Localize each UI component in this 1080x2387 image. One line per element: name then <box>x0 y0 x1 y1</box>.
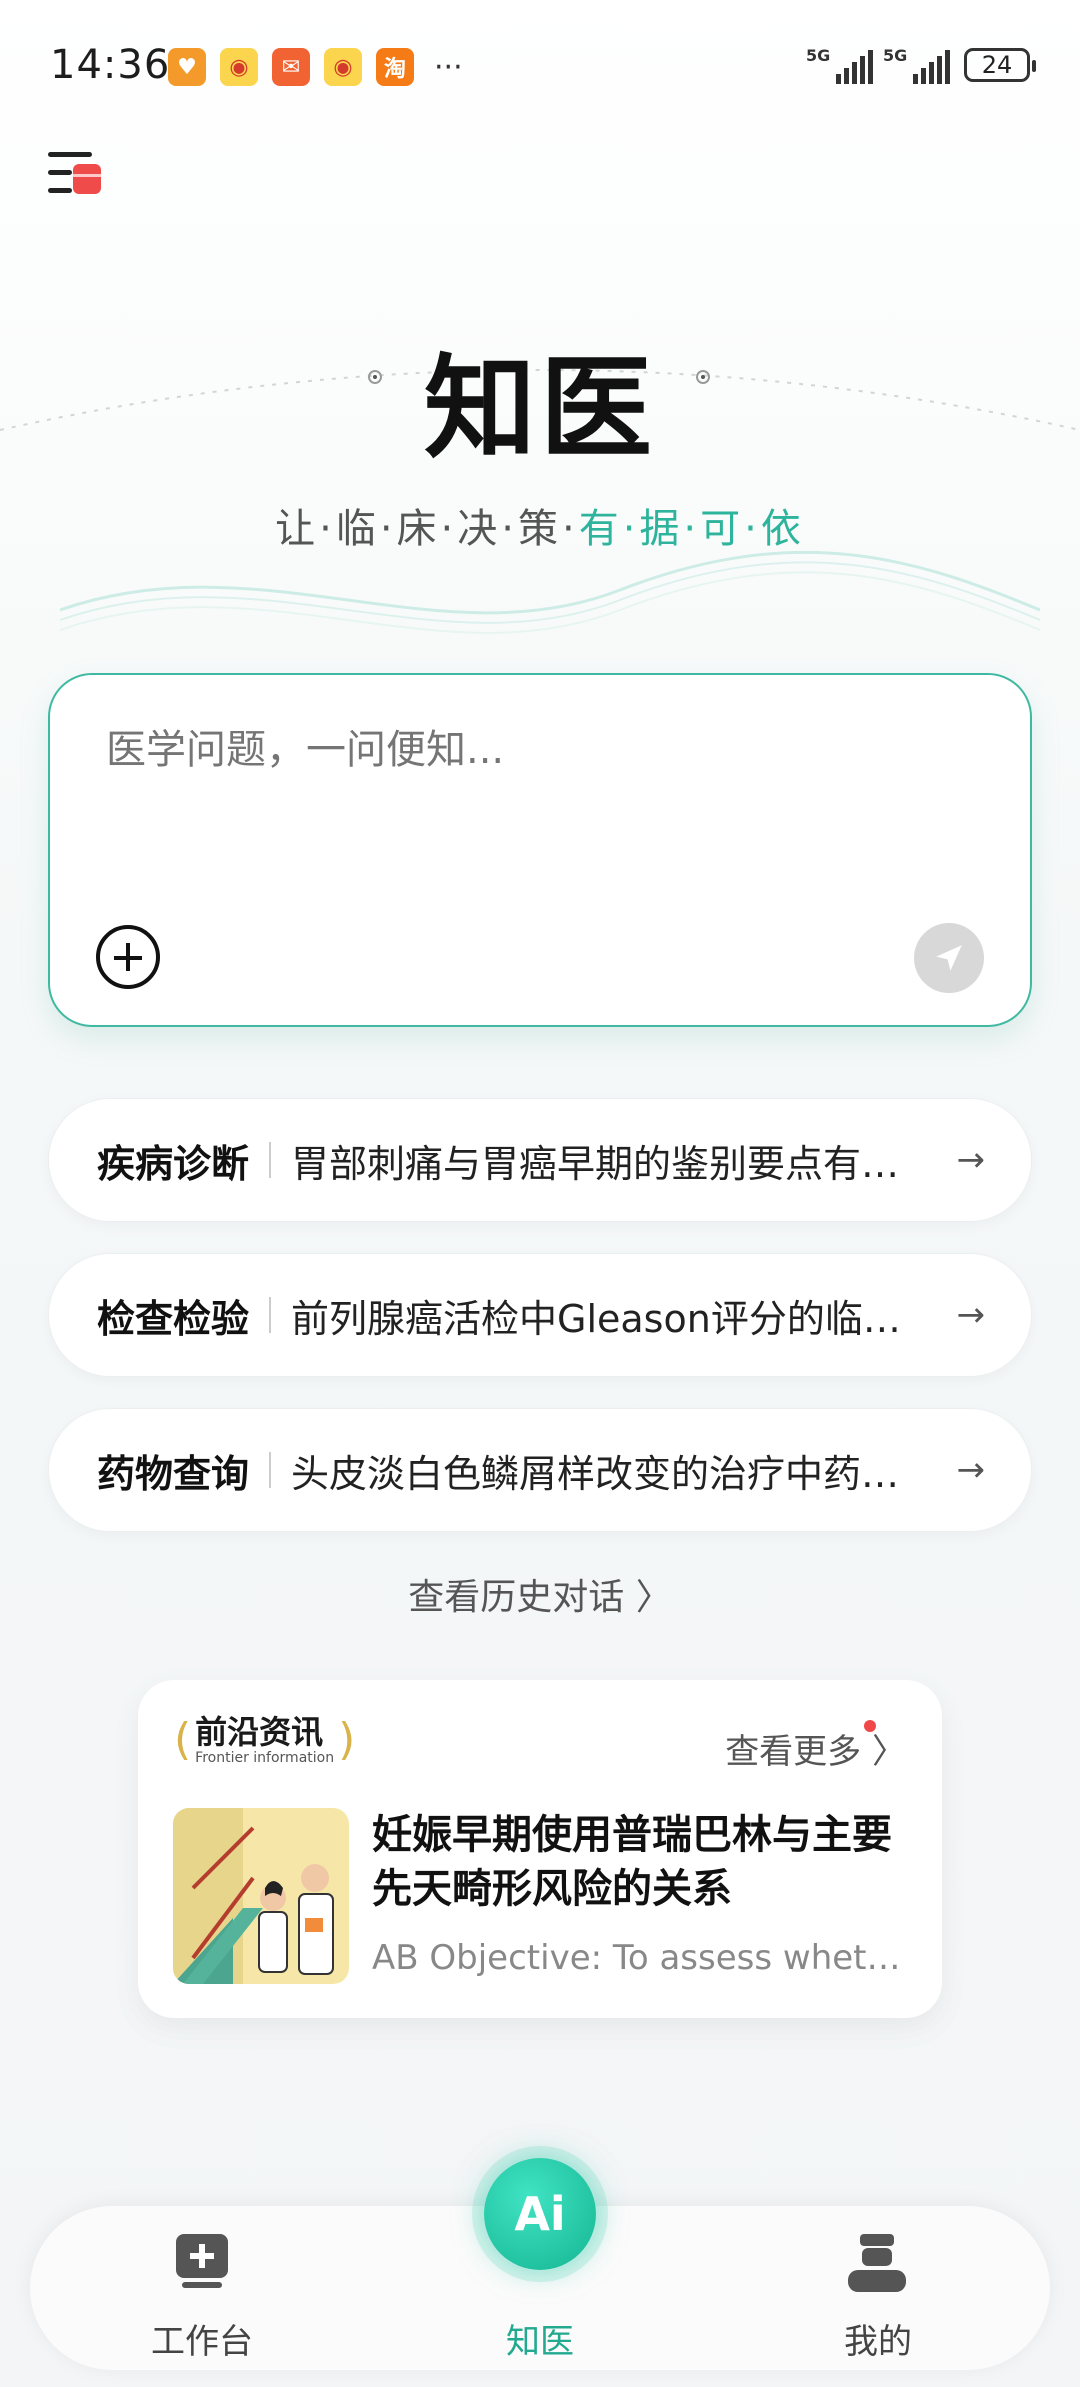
slogan: 让·临·床·决·策·有·据·可·依 <box>0 496 1080 554</box>
suggestion-row[interactable]: 检查检验 前列腺癌活检中Gleason评分的临床意义 → <box>48 1253 1032 1377</box>
send-button[interactable] <box>914 923 984 993</box>
nav-mine-label: 我的 <box>844 2322 912 2362</box>
slogan-part-1: 让·临·床·决·策· <box>275 506 579 552</box>
suggestion-row[interactable]: 药物查询 头皮淡白色鳞屑样改变的治疗中药物选择 → <box>48 1408 1032 1532</box>
nav-zhiyi-label: 知医 <box>506 2322 574 2362</box>
news-card[interactable]: ( 前沿资讯 Frontier information ) 查看更多 〉 妊娠早… <box>138 1680 942 2018</box>
news-abstract: AB Objective: To assess whether pregabal… <box>372 1938 912 1978</box>
suggestion-category: 药物查询 <box>97 1451 250 1496</box>
more-notifications-icon: ··· <box>434 49 463 85</box>
frontier-info-badge: ( 前沿资讯 Frontier information ) <box>174 1714 355 1766</box>
nav-workbench[interactable]: 工作台 <box>102 2206 302 2370</box>
weibo-icon: ◉ <box>220 48 258 86</box>
suggestion-category: 疾病诊断 <box>97 1141 250 1186</box>
suggestion-category: 检查检验 <box>97 1296 250 1341</box>
suggestion-question: 前列腺癌活检中Gleason评分的临床意义 <box>291 1296 932 1341</box>
suggestion-question: 胃部刺痛与胃癌早期的鉴别要点有哪些 <box>291 1141 932 1186</box>
weibo-icon: ◉ <box>324 48 362 86</box>
laurel-right-icon: ) <box>338 1714 356 1765</box>
taobao-icon: 淘 <box>376 48 414 86</box>
view-more-link[interactable]: 查看更多 〉 <box>725 1720 906 1773</box>
profile-icon <box>848 2234 906 2292</box>
arrow-right-icon: → <box>956 1140 986 1180</box>
divider <box>269 1142 272 1178</box>
ai-assistant-button[interactable]: Ai <box>484 2158 596 2270</box>
laurel-left-icon: ( <box>174 1714 192 1765</box>
view-history-link[interactable]: 查看历史对话 〉 <box>0 1568 1080 1620</box>
status-bar: 14:36 ♥ ◉ ✉ ◉ 淘 ··· 5G 5G 24 <box>0 0 1080 140</box>
suggestion-row[interactable]: 疾病诊断 胃部刺痛与胃癌早期的鉴别要点有哪些 → <box>48 1098 1032 1222</box>
cellular-signal-icon: 5G <box>883 46 950 84</box>
news-thumbnail <box>173 1808 349 1984</box>
arrow-right-icon: → <box>956 1450 986 1490</box>
question-input[interactable] <box>106 727 966 773</box>
divider <box>269 1297 272 1333</box>
suggestion-question: 头皮淡白色鳞屑样改变的治疗中药物选择 <box>291 1451 932 1496</box>
notification-icons: ♥ ◉ ✉ ◉ 淘 ··· <box>168 48 463 86</box>
cellular-signal-icon: 5G <box>806 46 873 84</box>
menu-gift-icon[interactable] <box>48 150 108 200</box>
arrow-right-icon: → <box>956 1295 986 1335</box>
news-section-subtitle: Frontier information <box>195 1750 335 1766</box>
mail-app-icon: ✉ <box>272 48 310 86</box>
slogan-part-2: 有·据·可·依 <box>578 506 805 552</box>
nav-mine[interactable]: 我的 <box>778 2206 978 2370</box>
news-headline: 妊娠早期使用普瑞巴林与主要先天畸形风险的关系 <box>372 1812 892 1912</box>
nav-workbench-label: 工作台 <box>151 2322 253 2362</box>
divider <box>269 1452 272 1488</box>
unread-dot <box>864 1720 876 1732</box>
news-section-title: 前沿资讯 <box>195 1713 324 1751</box>
workbench-icon <box>176 2234 228 2288</box>
heart-app-icon: ♥ <box>168 48 206 86</box>
system-indicators: 5G 5G 24 <box>806 46 1036 84</box>
battery-icon: 24 <box>964 48 1036 82</box>
add-attachment-icon[interactable] <box>96 925 160 989</box>
send-icon <box>936 945 962 971</box>
app-title: 知医 <box>424 343 656 474</box>
question-input-box[interactable] <box>48 673 1032 1027</box>
status-time: 14:36 <box>50 42 171 88</box>
